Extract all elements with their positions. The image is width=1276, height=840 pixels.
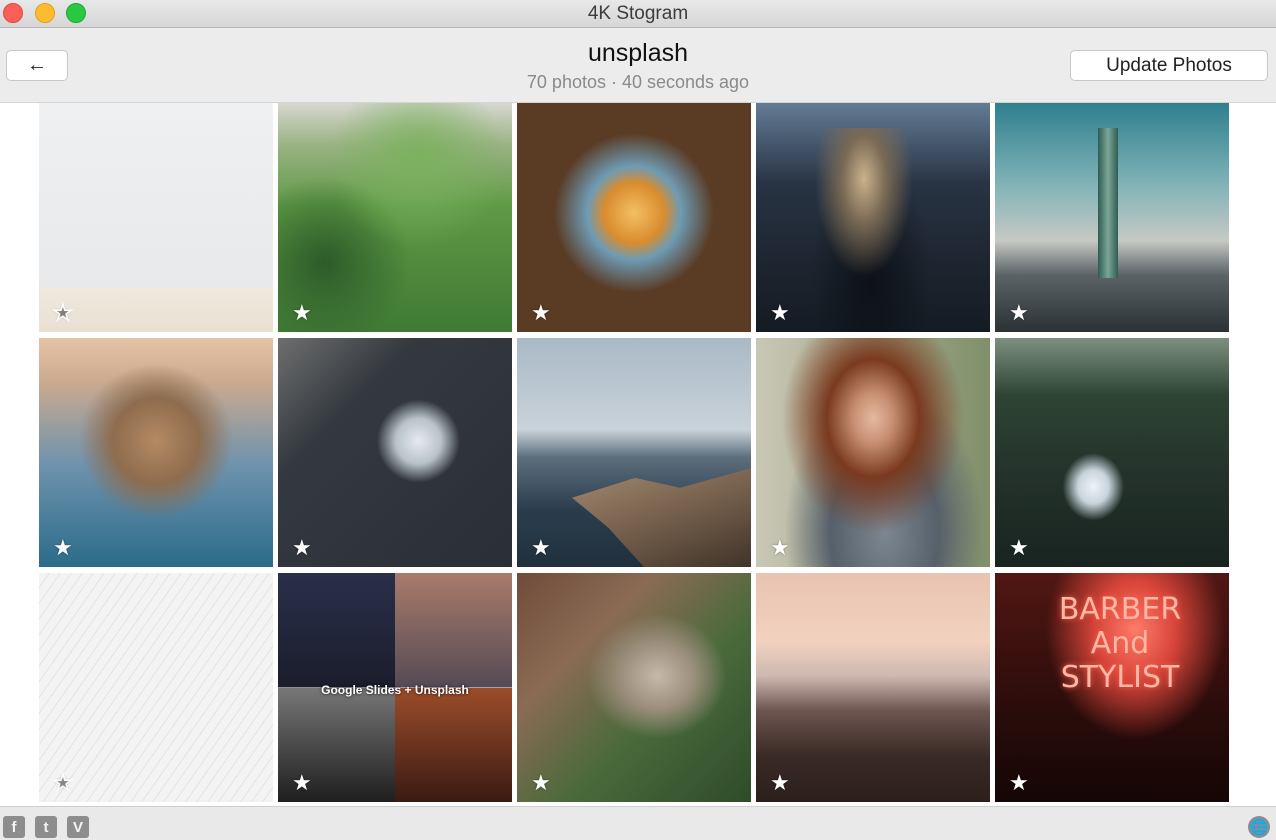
photo-caption: Google Slides + Unsplash	[321, 683, 469, 697]
window-title: 4K Stogram	[587, 3, 689, 24]
photo-tile-coastal-cliffs-aerial[interactable]: ★	[39, 338, 273, 567]
photo-tile-lighthouse-headland[interactable]: ★	[517, 338, 751, 567]
favorite-star-icon[interactable]: ★	[52, 771, 73, 795]
photo-tile-volcano-sunset[interactable]: ★	[756, 573, 990, 802]
photo-tile-forest-waterfall[interactable]: ★	[995, 338, 1229, 567]
photo-tile-white-architecture[interactable]: ★	[39, 573, 273, 802]
photo-tile-collage[interactable]: Google Slides + Unsplash ★	[278, 573, 512, 802]
favorite-star-icon[interactable]: ★	[770, 772, 790, 794]
photo-grid-area[interactable]: ★ ★ ★ ★ ★ ★ ★ ★ ★ ★ ★ Google Slides + Un…	[0, 103, 1276, 806]
favorite-star-icon[interactable]: ★	[531, 772, 551, 794]
facebook-icon[interactable]: f	[3, 816, 25, 838]
app-window: 4K Stogram ← unsplash 70 photos · 40 sec…	[0, 0, 1276, 840]
photo-tile-woman-phone-night[interactable]: ★	[756, 103, 990, 332]
globe-icon[interactable]: 🌐	[1248, 816, 1270, 838]
photo-tile-taipei-skyline[interactable]: ★	[995, 103, 1229, 332]
photo-tile-barber-neon[interactable]: BARBER And STYLIST ★	[995, 573, 1229, 802]
account-header: ← unsplash 70 photos · 40 seconds ago Up…	[0, 29, 1276, 103]
favorite-star-icon[interactable]: ★	[770, 302, 790, 324]
photo-tile-red-hair-portrait[interactable]: ★	[756, 338, 990, 567]
update-photos-button[interactable]: Update Photos	[1070, 50, 1268, 81]
favorite-star-icon[interactable]: ★	[52, 301, 73, 325]
photo-tile-monkey-branch[interactable]: ★	[517, 573, 751, 802]
photo-headland	[572, 468, 751, 567]
favorite-star-icon[interactable]: ★	[1009, 302, 1029, 324]
photo-figure	[801, 128, 941, 332]
vimeo-icon[interactable]: V	[67, 816, 89, 838]
favorite-star-icon[interactable]: ★	[292, 772, 312, 794]
photo-tile-green-valley-road[interactable]: ★	[278, 103, 512, 332]
photo-tile-blueberry-pancakes[interactable]: ★	[517, 103, 751, 332]
favorite-star-icon[interactable]: ★	[1009, 772, 1029, 794]
favorite-star-icon[interactable]: ★	[770, 537, 790, 559]
favorite-star-icon[interactable]: ★	[53, 537, 73, 559]
photo-tower	[1098, 128, 1118, 278]
favorite-star-icon[interactable]: ★	[531, 537, 551, 559]
favorite-star-icon[interactable]: ★	[292, 302, 312, 324]
favorite-star-icon[interactable]: ★	[292, 537, 312, 559]
title-bar: 4K Stogram	[0, 0, 1276, 28]
footer-bar: f t V 🌐	[0, 806, 1276, 840]
photo-tile-white-sand-dunes[interactable]: ★	[39, 103, 273, 332]
neon-sign-text: BARBER And STYLIST	[1058, 592, 1182, 695]
photo-grid: ★ ★ ★ ★ ★ ★ ★ ★ ★ ★ ★ Google Slides + Un…	[39, 103, 1229, 802]
favorite-star-icon[interactable]: ★	[1009, 537, 1029, 559]
favorite-star-icon[interactable]: ★	[531, 302, 551, 324]
twitter-icon[interactable]: t	[35, 816, 57, 838]
photo-tile-letters-glasses-desk[interactable]: ★	[278, 338, 512, 567]
